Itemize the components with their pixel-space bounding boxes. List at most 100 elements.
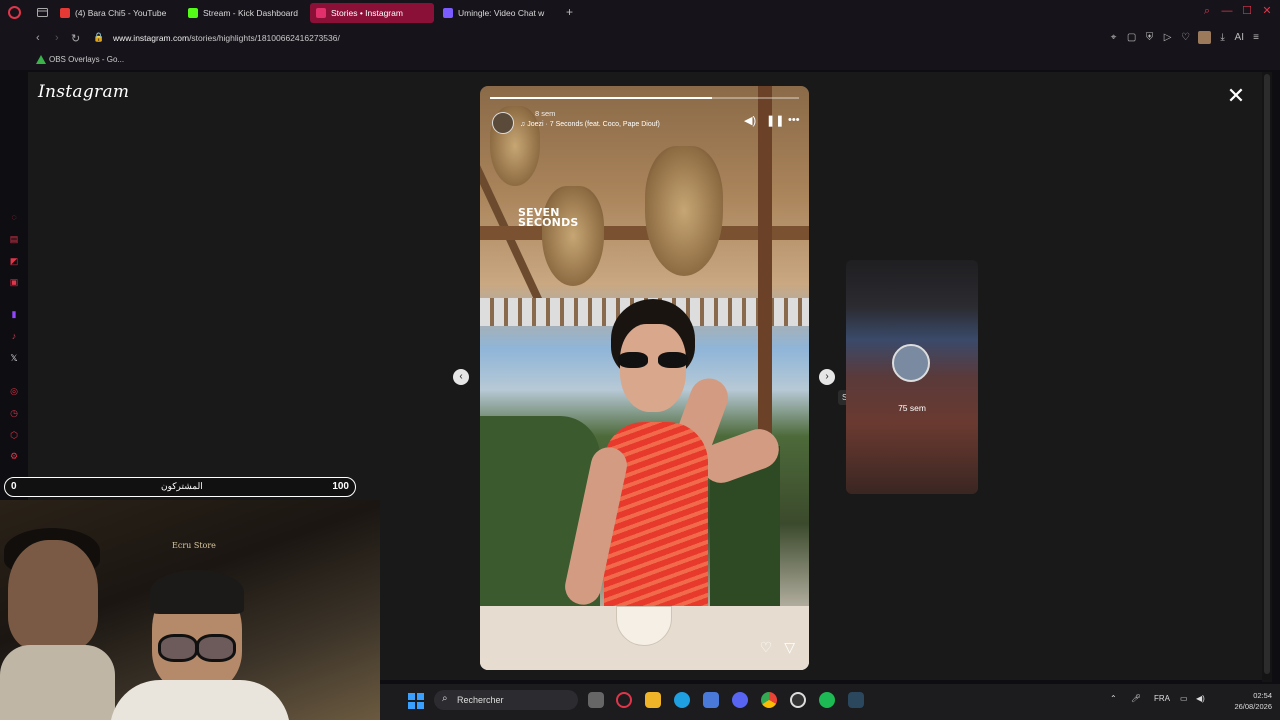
instagram-icon <box>316 8 326 18</box>
sidebar-settings-icon[interactable]: ⚙ <box>9 451 19 461</box>
forward-icon[interactable]: › <box>55 32 59 44</box>
tray-overflow-icon[interactable]: ⌃ <box>1110 694 1117 703</box>
minimize-button[interactable]: — <box>1220 3 1234 19</box>
umingle-icon <box>443 8 453 18</box>
kick-icon <box>188 8 198 18</box>
ai-button[interactable]: AI <box>1235 32 1244 44</box>
tab-label: (4) Bara Chi5 - YouTube <box>75 8 167 18</box>
network-icon[interactable]: ▭ <box>1180 694 1188 703</box>
more-options-icon[interactable]: ••• <box>788 114 800 126</box>
tab-bar: (4) Bara Chi5 - YouTube Stream - Kick Da… <box>0 0 1280 26</box>
tab-label: Umingle: Video Chat w <box>458 8 545 18</box>
pause-icon[interactable]: ❚❚ <box>766 114 784 127</box>
sidebar-bag-icon[interactable]: ▤ <box>9 234 19 244</box>
address-bar: ‹ › ↻ 🔒 www.instagram.com/stories/highli… <box>0 26 1280 52</box>
search-tabs-icon[interactable]: ⌕ <box>1200 3 1214 19</box>
url-path: /stories/highlights/18100662416273536/ <box>189 33 340 43</box>
story-song[interactable]: ♫ Joezi · 7 Seconds (feat. Coco, Pape Di… <box>520 121 660 128</box>
subscriber-goal-bar: 0 المشتركون 100 <box>4 477 356 497</box>
sidebar-aria-icon[interactable]: ◌ <box>9 212 19 222</box>
bookmarks-bar: OBS Overlays - Go... <box>0 52 1280 70</box>
opera-taskbar-icon[interactable] <box>616 692 632 708</box>
story-time: 8 sem <box>535 109 556 118</box>
volume-icon[interactable]: ◀︎) <box>1196 694 1205 703</box>
edge-icon[interactable] <box>674 692 690 708</box>
sidebar-twitch-icon[interactable]: ▮ <box>9 309 19 319</box>
opera-logo-icon[interactable] <box>8 6 21 19</box>
sidebar-mail-icon[interactable]: ▣ <box>9 277 19 287</box>
streamer1-face <box>8 540 98 650</box>
story-header: 8 sem ♫ Joezi · 7 Seconds (feat. Coco, P… <box>490 106 800 134</box>
scrollbar-thumb[interactable] <box>1264 74 1270 674</box>
youtube-icon <box>60 8 70 18</box>
tab-kick[interactable]: Stream - Kick Dashboard <box>182 3 308 23</box>
story-progress-bar <box>490 97 799 99</box>
pin-icon[interactable]: ⌖ <box>1108 32 1120 44</box>
tab-umingle[interactable]: Umingle: Video Chat w <box>437 3 561 23</box>
close-window-button[interactable]: ✕ <box>1260 3 1274 19</box>
music-sticker[interactable]: SEVEN SECONDS <box>518 207 579 229</box>
obs-icon[interactable] <box>790 692 806 708</box>
spotify-icon[interactable] <box>819 692 835 708</box>
menu-icon[interactable]: ≡ <box>1250 32 1262 44</box>
tab-label: Stream - Kick Dashboard <box>203 8 298 18</box>
microphone-icon[interactable]: 🎤︎ <box>1131 694 1141 703</box>
search-icon: ⌕ <box>442 693 448 704</box>
discord-icon[interactable] <box>732 692 748 708</box>
sidebar-messenger-icon[interactable]: ◩ <box>9 256 19 266</box>
taskbar-clock[interactable]: 02:54 26/08/2026 <box>1234 690 1272 712</box>
next-story-button[interactable]: › <box>819 369 835 385</box>
chrome-icon[interactable] <box>761 692 777 708</box>
steam-icon[interactable] <box>848 692 864 708</box>
story-avatar[interactable] <box>492 112 514 134</box>
goal-current: 0 <box>11 481 17 492</box>
sticker-line2: SECONDS <box>518 216 579 229</box>
like-icon[interactable]: ♡ <box>760 639 773 656</box>
lock-icon: 🔒 <box>93 32 105 42</box>
extension-avatar-icon[interactable] <box>1197 31 1211 44</box>
maximize-button[interactable]: ☐ <box>1240 3 1254 19</box>
tab-label: Stories • Instagram <box>331 8 403 18</box>
back-icon[interactable]: ‹ <box>36 32 40 44</box>
mute-icon[interactable]: ◀︎) <box>744 114 756 127</box>
download-icon[interactable]: ⤓ <box>1217 32 1229 44</box>
taskbar-search[interactable]: ⌕ Rechercher <box>434 690 578 710</box>
sidebar-history-icon[interactable]: ◷ <box>9 408 19 418</box>
workspaces-icon[interactable] <box>37 7 48 18</box>
sidebar-instagram-icon[interactable]: ◎ <box>9 386 19 396</box>
new-tab-button[interactable]: + <box>566 5 573 19</box>
file-explorer-icon[interactable] <box>645 692 661 708</box>
bookmark-obs-overlays[interactable]: OBS Overlays - Go... <box>36 55 124 64</box>
sidebar-tiktok-icon[interactable]: ♪ <box>9 331 19 341</box>
url-field[interactable]: www.instagram.com/stories/highlights/181… <box>113 33 340 43</box>
close-story-button[interactable]: ✕ <box>1226 85 1246 107</box>
sidebar-x-icon[interactable]: 𝕏 <box>9 353 19 363</box>
goal-target: 100 <box>332 481 349 492</box>
snapshot-icon[interactable]: ▢ <box>1126 32 1138 44</box>
instagram-logo[interactable]: Instagram <box>38 82 129 102</box>
story-footer: ♡ ▽ <box>760 639 795 656</box>
windows-start-icon[interactable] <box>408 693 424 709</box>
preview-avatar <box>892 344 930 382</box>
person-face <box>620 324 686 412</box>
story-progress-fill <box>490 97 713 99</box>
share-icon[interactable]: ▽ <box>784 639 795 656</box>
heart-icon[interactable]: ♡ <box>1180 32 1192 44</box>
streamer2-cap <box>150 570 244 614</box>
task-view-icon[interactable] <box>588 692 604 708</box>
tab-instagram[interactable]: Stories • Instagram <box>310 3 434 23</box>
play-icon[interactable]: ▷ <box>1162 32 1174 44</box>
streamer2-glasses <box>158 634 236 662</box>
page-scrollbar[interactable] <box>1262 72 1272 682</box>
shield-icon[interactable]: ⛨ <box>1144 32 1156 44</box>
previous-story-button[interactable]: ‹ <box>453 369 469 385</box>
next-story-preview[interactable]: 75 sem <box>846 260 978 494</box>
story-viewer[interactable]: 8 sem ♫ Joezi · 7 Seconds (feat. Coco, P… <box>480 86 809 670</box>
language-indicator[interactable]: FRA <box>1154 694 1170 703</box>
streamer2-body <box>110 680 290 720</box>
reload-icon[interactable]: ↻ <box>71 32 80 45</box>
tab-youtube[interactable]: (4) Bara Chi5 - YouTube <box>54 3 180 23</box>
store-icon[interactable] <box>703 692 719 708</box>
toolbar-actions: ⌖ ▢ ⛨ ▷ ♡ ⤓ AI ≡ <box>1108 31 1262 44</box>
sidebar-extensions-icon[interactable]: ⬡ <box>9 430 19 440</box>
